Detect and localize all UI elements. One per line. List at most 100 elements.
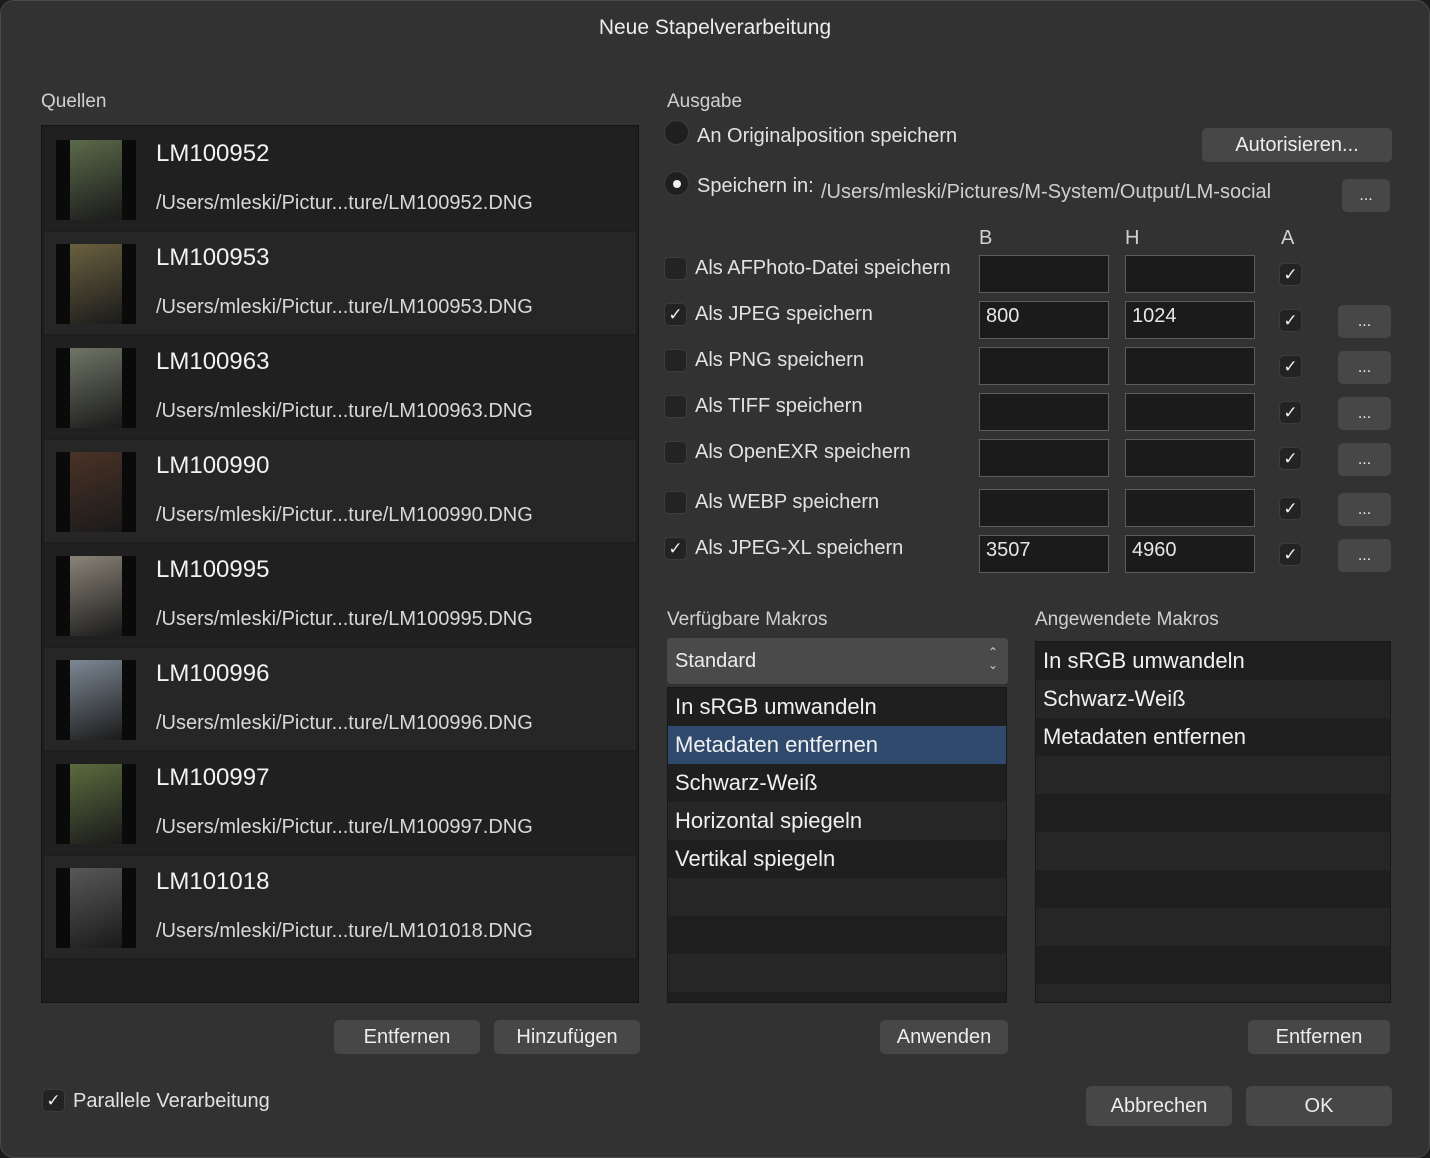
remove-source-button[interactable]: Entfernen (334, 1020, 480, 1054)
format-checkbox[interactable] (664, 395, 687, 418)
format-checkbox[interactable]: ✓ (664, 303, 687, 326)
height-input[interactable] (1125, 347, 1255, 385)
macro-item[interactable]: In sRGB umwandeln (1036, 642, 1390, 680)
sources-label: Quellen (41, 91, 107, 112)
checkmark-icon: ✓ (1283, 357, 1298, 376)
source-path: /Users/mleski/Pictur...ture/LM100952.DNG (156, 192, 533, 214)
source-name: LM100995 (156, 556, 270, 583)
source-item[interactable]: LM100953/Users/mleski/Pictur...ture/LM10… (44, 232, 636, 334)
source-path: /Users/mleski/Pictur...ture/LM100996.DNG (156, 712, 533, 734)
save-path: /Users/mleski/Pictures/M-System/Output/L… (821, 181, 1272, 203)
macro-item[interactable]: In sRGB umwandeln (668, 688, 1006, 726)
checkmark-icon: ✓ (1283, 403, 1298, 422)
format-label: Als JPEG-XL speichern (695, 537, 904, 559)
format-label: Als AFPhoto-Datei speichern (695, 257, 951, 279)
save-in-label: Speichern in: (697, 175, 814, 197)
source-path: /Users/mleski/Pictur...ture/LM100997.DNG (156, 816, 533, 838)
format-options-button[interactable]: ... (1338, 443, 1391, 476)
macro-category-dropdown[interactable]: Standard ⌃ ⌄ (667, 638, 1008, 684)
source-item[interactable]: LM101018/Users/mleski/Pictur...ture/LM10… (44, 856, 636, 958)
apply-macro-button[interactable]: Anwenden (880, 1020, 1008, 1054)
width-input[interactable] (979, 255, 1109, 293)
checkmark-icon: ✓ (668, 539, 683, 558)
remove-macro-button[interactable]: Entfernen (1248, 1020, 1390, 1054)
aspect-checkbox[interactable]: ✓ (1279, 355, 1302, 378)
macro-item[interactable]: Schwarz-Weiß (668, 764, 1006, 802)
empty-row (668, 992, 1006, 1002)
macro-item[interactable]: Metadaten entfernen (668, 726, 1006, 764)
photo-preview (70, 244, 122, 324)
format-checkbox[interactable] (664, 349, 687, 372)
format-options-button[interactable]: ... (1338, 539, 1391, 572)
add-source-button[interactable]: Hinzufügen (494, 1020, 640, 1054)
source-name: LM100953 (156, 244, 270, 271)
applied-macros-label: Angewendete Makros (1035, 609, 1219, 630)
macro-item[interactable]: Horizontal spiegeln (668, 802, 1006, 840)
photo-preview (70, 660, 122, 740)
height-input[interactable] (1125, 439, 1255, 477)
empty-row (1036, 832, 1390, 870)
parallel-processing-checkbox[interactable]: ✓ (42, 1089, 65, 1112)
empty-row (1036, 984, 1390, 1002)
source-thumbnail (56, 348, 136, 428)
height-input[interactable] (1125, 255, 1255, 293)
macro-item[interactable]: Metadaten entfernen (1036, 718, 1390, 756)
macro-item[interactable]: Schwarz-Weiß (1036, 680, 1390, 718)
checkmark-icon: ✓ (1283, 545, 1298, 564)
source-thumbnail (56, 244, 136, 324)
format-label: Als WEBP speichern (695, 491, 880, 513)
source-item[interactable]: LM100963/Users/mleski/Pictur...ture/LM10… (44, 336, 636, 438)
applied-macros-list[interactable]: In sRGB umwandeln Schwarz-Weiß Metadaten e… (1035, 641, 1391, 1003)
format-options-button[interactable]: ... (1338, 397, 1391, 430)
height-input[interactable]: 1024 (1125, 301, 1255, 339)
browse-path-button[interactable]: ... (1342, 179, 1390, 212)
checkmark-icon: ✓ (1283, 311, 1298, 330)
aspect-checkbox[interactable]: ✓ (1279, 447, 1302, 470)
available-macros-list[interactable]: In sRGB umwandeln Metadaten entfernen Schw… (667, 687, 1007, 1003)
source-name: LM100997 (156, 764, 270, 791)
width-input[interactable] (979, 489, 1109, 527)
width-input[interactable] (979, 393, 1109, 431)
empty-row (1036, 756, 1390, 794)
height-input[interactable] (1125, 489, 1255, 527)
radio-selected-dot (672, 179, 681, 188)
source-item[interactable]: LM100997/Users/mleski/Pictur...ture/LM10… (44, 752, 636, 854)
checkmark-icon: ✓ (1283, 499, 1298, 518)
width-input[interactable] (979, 347, 1109, 385)
aspect-checkbox[interactable]: ✓ (1279, 263, 1302, 286)
original-position-radio[interactable] (664, 120, 689, 145)
ok-button[interactable]: OK (1246, 1086, 1392, 1126)
source-thumbnail (56, 868, 136, 948)
aspect-checkbox[interactable]: ✓ (1279, 401, 1302, 424)
width-input[interactable]: 800 (979, 301, 1109, 339)
authorize-button[interactable]: Autorisieren... (1202, 128, 1392, 162)
source-item[interactable]: LM100990/Users/mleski/Pictur...ture/LM10… (44, 440, 636, 542)
format-checkbox[interactable] (664, 257, 687, 280)
format-checkbox[interactable] (664, 441, 687, 464)
format-checkbox[interactable]: ✓ (664, 537, 687, 560)
save-in-radio[interactable] (664, 171, 689, 196)
empty-row (668, 878, 1006, 916)
width-input[interactable] (979, 439, 1109, 477)
source-name: LM100990 (156, 452, 270, 479)
height-input[interactable]: 4960 (1125, 535, 1255, 573)
format-options-button[interactable]: ... (1338, 305, 1391, 338)
format-checkbox[interactable] (664, 491, 687, 514)
sources-list[interactable]: LM100952/Users/mleski/Pictur...ture/LM10… (41, 125, 639, 1003)
batch-dialog: Neue Stapelverarbeitung Quellen LM100952… (0, 0, 1430, 1158)
original-position-label: An Originalposition speichern (697, 125, 958, 147)
source-item[interactable]: LM100952/Users/mleski/Pictur...ture/LM10… (44, 128, 636, 230)
aspect-checkbox[interactable]: ✓ (1279, 497, 1302, 520)
checkmark-icon: ✓ (1283, 265, 1298, 284)
cancel-button[interactable]: Abbrechen (1086, 1086, 1232, 1126)
source-item[interactable]: LM100995/Users/mleski/Pictur...ture/LM10… (44, 544, 636, 646)
format-options-button[interactable]: ... (1338, 493, 1391, 526)
height-input[interactable] (1125, 393, 1255, 431)
width-input[interactable]: 3507 (979, 535, 1109, 573)
aspect-checkbox[interactable]: ✓ (1279, 309, 1302, 332)
format-options-button[interactable]: ... (1338, 351, 1391, 384)
macro-item[interactable]: Vertikal spiegeln (668, 840, 1006, 878)
source-name: LM100952 (156, 140, 270, 167)
source-item[interactable]: LM100996/Users/mleski/Pictur...ture/LM10… (44, 648, 636, 750)
aspect-checkbox[interactable]: ✓ (1279, 543, 1302, 566)
